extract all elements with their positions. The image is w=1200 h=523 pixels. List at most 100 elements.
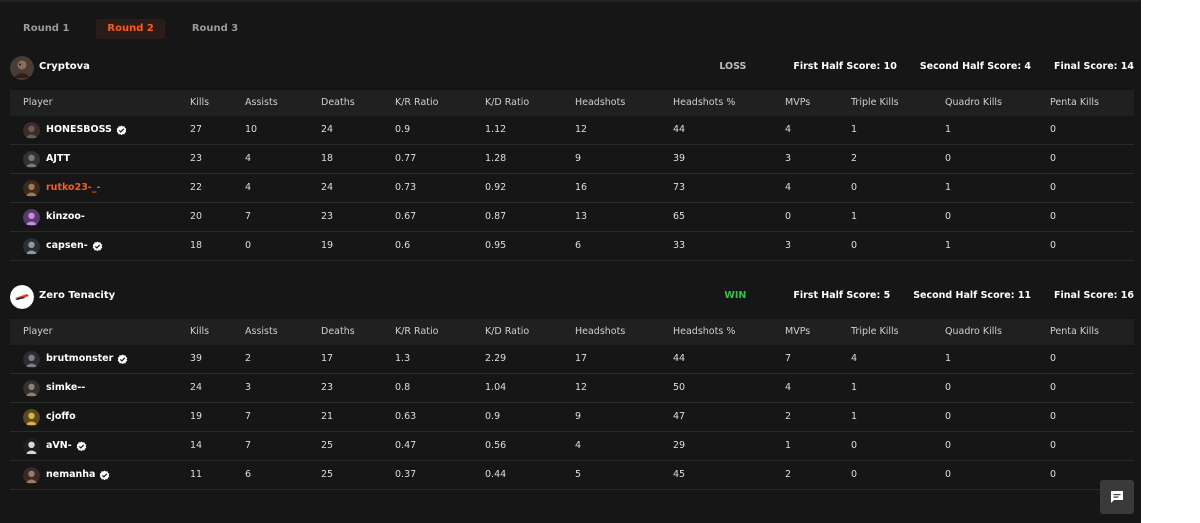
tab-round-3[interactable]: Round 3 bbox=[181, 19, 249, 39]
column-header: Kills bbox=[190, 326, 210, 337]
table-row: kinzoo- 20 7 23 0.67 0.87 13 65 0 1 0 0 bbox=[10, 203, 1134, 232]
stat-cell: 44 bbox=[673, 353, 686, 364]
stat-cell: 0 bbox=[1050, 440, 1057, 451]
final-score: Final Score: 16 bbox=[1054, 290, 1134, 301]
player-name[interactable]: nemanha bbox=[46, 461, 95, 489]
round-tabs: Round 1 Round 2 Round 3 bbox=[12, 19, 265, 39]
player-name[interactable]: cjoffo bbox=[46, 403, 76, 431]
player-name[interactable]: simke-- bbox=[46, 374, 85, 402]
column-header: Assists bbox=[245, 97, 278, 108]
stat-cell: 0 bbox=[851, 182, 858, 193]
player-cell[interactable]: HONESBOSS bbox=[10, 116, 127, 144]
stat-cell: 0 bbox=[1050, 353, 1057, 364]
verified-check-icon bbox=[92, 240, 102, 251]
player-name[interactable]: capsen- bbox=[46, 232, 88, 260]
column-header: Quadro Kills bbox=[945, 97, 1002, 108]
stat-cell: 18 bbox=[190, 240, 203, 251]
stat-cell: 44 bbox=[673, 124, 686, 135]
player-name[interactable]: AJTT bbox=[46, 145, 70, 173]
stat-cell: 20 bbox=[190, 211, 203, 222]
stat-cell: 16 bbox=[575, 182, 588, 193]
stat-cell: 4 bbox=[851, 353, 858, 364]
player-name[interactable]: kinzoo- bbox=[46, 203, 85, 231]
stat-cell: 0.92 bbox=[485, 182, 507, 193]
stat-cell: 3 bbox=[785, 153, 792, 164]
player-name[interactable]: aVN- bbox=[46, 432, 72, 460]
stat-cell: 1 bbox=[851, 124, 858, 135]
stat-cell: 0.47 bbox=[395, 440, 417, 451]
stat-cell: 12 bbox=[575, 124, 588, 135]
tab-round-2[interactable]: Round 2 bbox=[96, 19, 165, 39]
stat-cell: 27 bbox=[190, 124, 203, 135]
avatar bbox=[23, 179, 40, 197]
stat-cell: 1.28 bbox=[485, 153, 507, 164]
table-row: nemanha 11 6 25 0.37 0.44 5 45 2 0 0 0 bbox=[10, 461, 1134, 490]
stat-cell: 4 bbox=[785, 124, 792, 135]
column-header: MVPs bbox=[785, 326, 811, 337]
player-cell[interactable]: capsen- bbox=[10, 232, 103, 260]
team-name: Cryptova bbox=[39, 61, 90, 72]
column-header: Headshots % bbox=[673, 326, 736, 337]
player-name[interactable]: rutko23-_- bbox=[46, 174, 100, 202]
table-row: simke-- 24 3 23 0.8 1.04 12 50 4 1 0 0 bbox=[10, 374, 1134, 403]
column-header: K/D Ratio bbox=[485, 97, 530, 108]
player-cell[interactable]: cjoffo bbox=[10, 403, 76, 431]
avatar bbox=[23, 121, 40, 139]
stat-cell: 0 bbox=[1050, 182, 1057, 193]
player-cell[interactable]: aVN- bbox=[10, 432, 87, 460]
column-header: Triple Kills bbox=[851, 97, 899, 108]
stat-cell: 17 bbox=[575, 353, 588, 364]
stat-cell: 33 bbox=[673, 240, 686, 251]
stat-cell: 1.3 bbox=[395, 353, 411, 364]
stat-cell: 0 bbox=[1050, 124, 1057, 135]
stat-cell: 0.9 bbox=[395, 124, 411, 135]
verified-check-icon bbox=[76, 440, 86, 451]
player-stats-table: Player Kills Assists Deaths K/R Ratio K/D Rat… bbox=[10, 90, 1134, 261]
player-cell[interactable]: rutko23-_- bbox=[10, 174, 100, 202]
player-name[interactable]: HONESBOSS bbox=[46, 116, 112, 144]
column-header: Assists bbox=[245, 326, 278, 337]
team-header: Zero Tenacity WIN First Half Score: 5 Se… bbox=[10, 283, 1134, 311]
stat-cell: 1 bbox=[945, 353, 952, 364]
match-stats-panel: Round 1 Round 2 Round 3 Cryptova LOSS Fi… bbox=[0, 0, 1141, 523]
stat-cell: 0.95 bbox=[485, 240, 507, 251]
stat-cell: 2 bbox=[785, 411, 792, 422]
stat-cell: 14 bbox=[190, 440, 203, 451]
table-row: capsen- 18 0 19 0.6 0.95 6 33 3 0 1 0 bbox=[10, 232, 1134, 261]
avatar bbox=[23, 408, 40, 426]
stat-cell: 4 bbox=[575, 440, 582, 451]
column-header: Deaths bbox=[321, 326, 355, 337]
stat-cell: 0.63 bbox=[395, 411, 417, 422]
stat-cell: 24 bbox=[321, 124, 334, 135]
player-cell[interactable]: brutmonster bbox=[10, 345, 128, 373]
stat-cell: 0 bbox=[245, 240, 252, 251]
stat-cell: 4 bbox=[785, 382, 792, 393]
column-header: Deaths bbox=[321, 97, 355, 108]
team-header: Cryptova LOSS First Half Score: 10 Secon… bbox=[10, 54, 1134, 82]
second-half-score: Second Half Score: 11 bbox=[913, 290, 1032, 301]
stat-cell: 0.87 bbox=[485, 211, 507, 222]
player-cell[interactable]: nemanha bbox=[10, 461, 110, 489]
player-cell[interactable]: simke-- bbox=[10, 374, 85, 402]
stat-cell: 23 bbox=[321, 382, 334, 393]
stat-cell: 3 bbox=[245, 382, 252, 393]
stat-cell: 7 bbox=[785, 353, 792, 364]
stat-cell: 1 bbox=[851, 411, 858, 422]
stat-cell: 23 bbox=[190, 153, 203, 164]
tab-round-1[interactable]: Round 1 bbox=[12, 19, 80, 39]
stat-cell: 3 bbox=[785, 240, 792, 251]
stat-cell: 4 bbox=[785, 182, 792, 193]
stat-cell: 0.67 bbox=[395, 211, 417, 222]
stat-cell: 25 bbox=[321, 440, 334, 451]
player-name[interactable]: brutmonster bbox=[46, 345, 113, 373]
player-cell[interactable]: AJTT bbox=[10, 145, 70, 173]
stat-cell: 1.12 bbox=[485, 124, 507, 135]
stat-cell: 19 bbox=[321, 240, 334, 251]
player-cell[interactable]: kinzoo- bbox=[10, 203, 85, 231]
chat-button[interactable] bbox=[1100, 480, 1134, 514]
team-section-zero-tenacity: Zero Tenacity WIN First Half Score: 5 Se… bbox=[10, 283, 1134, 490]
stat-cell: 22 bbox=[190, 182, 203, 193]
stat-cell: 0 bbox=[945, 411, 952, 422]
stat-cell: 10 bbox=[245, 124, 258, 135]
stat-cell: 1 bbox=[851, 211, 858, 222]
